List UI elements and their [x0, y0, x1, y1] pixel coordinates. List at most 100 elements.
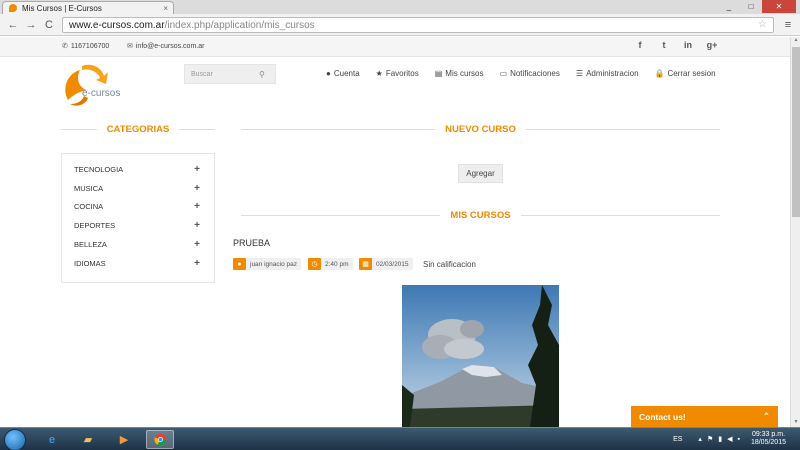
expand-plus-icon[interactable]: + — [194, 183, 200, 194]
star-icon: ★ — [375, 69, 383, 78]
inbox-icon: ▭ — [499, 69, 508, 78]
internet-explorer-icon[interactable]: e — [38, 430, 66, 449]
close-window-button[interactable]: ✕ — [762, 0, 796, 13]
email-info[interactable]: ✉ info@e-cursos.com.ar — [127, 42, 205, 51]
search-icon[interactable]: ⚲ — [259, 70, 265, 79]
reload-button[interactable]: C — [42, 18, 56, 32]
divider — [241, 129, 436, 130]
time-value: 2:40 pm — [321, 258, 353, 270]
twitter-icon[interactable]: t — [652, 40, 676, 50]
nav-notificaciones[interactable]: ▭ Notificaciones — [500, 69, 560, 78]
nav-label: Cerrar sesion — [667, 69, 716, 78]
category-label: DEPORTES — [74, 221, 116, 231]
search-input[interactable] — [191, 70, 259, 78]
url-path: /index.php/application/mis_cursos — [164, 19, 315, 31]
page-scrollbar[interactable]: ▲ ▼ — [790, 37, 800, 427]
contact-label: Contact us! — [639, 411, 686, 422]
main-nav: ● Cuenta ★ Favoritos ▤ Mis cursos ▭ Noti… — [326, 69, 732, 78]
contact-us-widget[interactable]: Contact us! ⌃ — [631, 406, 778, 427]
course-date: ▦ 02/03/2015 — [359, 258, 413, 270]
phone-icon: ✆ — [62, 43, 68, 50]
scroll-up-icon[interactable]: ▲ — [791, 37, 800, 45]
envelope-icon: ✉ — [127, 43, 133, 50]
nuevo-curso-heading: NUEVO CURSO — [241, 124, 721, 135]
nav-label: Notificaciones — [510, 69, 560, 78]
site-logo[interactable] — [60, 60, 140, 110]
clock-icon: ◷ — [308, 258, 321, 270]
social-links: f t in g+ — [628, 40, 724, 50]
category-label: TECNOLOGIA — [74, 164, 124, 174]
maximize-button[interactable]: □ — [740, 0, 762, 13]
google-plus-icon[interactable]: g+ — [700, 40, 724, 50]
category-item-idiomas[interactable]: IDIOMAS + — [62, 254, 214, 273]
course-image[interactable] — [402, 285, 559, 427]
media-player-icon[interactable]: ▶ — [110, 430, 138, 449]
network-icon[interactable]: ▮ — [718, 435, 722, 443]
nav-favoritos[interactable]: ★ Favoritos — [376, 69, 419, 78]
scroll-down-icon[interactable]: ▼ — [791, 419, 800, 427]
os-taskbar: e ▰ ▶ ES ▴ ⚑ ▮ ◀ ▪ 09:33 p.m. 18/05/2015 — [0, 427, 800, 450]
section-title: CATEGORIAS — [106, 124, 170, 135]
browser-menu-button[interactable]: ≡ — [782, 18, 794, 32]
action-center-icon[interactable]: ▪ — [737, 436, 739, 443]
browser-toolbar: ← → C www.e-cursos.com.ar/index.php/appl… — [0, 14, 800, 36]
nav-mis-cursos[interactable]: ▤ Mis cursos — [435, 69, 484, 78]
volume-icon[interactable]: ◀ — [727, 435, 732, 443]
volcano-photo-icon — [402, 285, 559, 427]
calendar-icon: ▦ — [359, 258, 372, 270]
nav-label: Mis cursos — [445, 69, 484, 78]
facebook-icon[interactable]: f — [628, 40, 652, 50]
back-button[interactable]: ← — [6, 18, 20, 32]
start-button[interactable] — [4, 429, 26, 450]
mis-cursos-heading: MIS CURSOS — [241, 210, 720, 221]
clock[interactable]: 09:33 p.m. 18/05/2015 — [751, 431, 786, 447]
expand-plus-icon[interactable]: + — [194, 201, 200, 212]
nav-administracion[interactable]: ☰ Administracion — [576, 69, 639, 78]
category-label: BELLEZA — [74, 240, 107, 250]
chevron-up-icon[interactable]: ⌃ — [763, 411, 770, 422]
flag-icon[interactable]: ⚑ — [707, 435, 713, 443]
course-title[interactable]: PRUEBA — [233, 238, 270, 248]
browser-tab[interactable]: Mis Cursos | E-Cursos × — [2, 1, 174, 14]
chrome-icon[interactable] — [146, 430, 174, 449]
categories-panel: TECNOLOGIA + MUSICA + COCINA + DEPORTES … — [61, 153, 215, 283]
category-item-deportes[interactable]: DEPORTES + — [62, 216, 214, 235]
browser-tabbar: Mis Cursos | E-Cursos × _ □ ✕ — [0, 0, 800, 14]
category-item-musica[interactable]: MUSICA + — [62, 179, 214, 198]
expand-plus-icon[interactable]: + — [194, 164, 200, 175]
scroll-thumb[interactable] — [792, 47, 800, 217]
divider — [241, 215, 441, 216]
minimize-button[interactable]: _ — [718, 0, 740, 13]
expand-plus-icon[interactable]: + — [194, 258, 200, 269]
tab-close-icon[interactable]: × — [163, 4, 168, 13]
agregar-button[interactable]: Agregar — [458, 164, 503, 183]
section-title: MIS CURSOS — [450, 210, 511, 221]
chrome-logo-icon — [153, 433, 166, 446]
category-item-tecnologia[interactable]: TECNOLOGIA + — [62, 160, 214, 179]
forward-button[interactable]: → — [24, 18, 38, 32]
nav-cuenta[interactable]: ● Cuenta — [326, 69, 360, 78]
language-indicator[interactable]: ES — [673, 436, 682, 443]
tray-arrow-icon[interactable]: ▴ — [698, 435, 702, 443]
url-host: www.e-cursos.com.ar — [69, 19, 165, 31]
logo-text: e-cursos — [82, 88, 121, 99]
expand-plus-icon[interactable]: + — [194, 239, 200, 250]
divider — [61, 129, 97, 130]
section-title: NUEVO CURSO — [445, 124, 516, 135]
expand-plus-icon[interactable]: + — [194, 220, 200, 231]
category-item-cocina[interactable]: COCINA + — [62, 198, 214, 217]
site-topbar: ✆ 1167106700 ✉ info@e-cursos.com.ar f t … — [0, 37, 790, 57]
phone-info: ✆ 1167106700 — [62, 42, 109, 51]
file-explorer-icon[interactable]: ▰ — [74, 430, 102, 449]
email-address[interactable]: info@e-cursos.com.ar — [136, 43, 205, 50]
list-icon: ☰ — [575, 69, 584, 78]
category-label: IDIOMAS — [74, 258, 106, 268]
bookmark-star-icon[interactable]: ☆ — [758, 19, 767, 30]
system-tray: ES ▴ ⚑ ▮ ◀ ▪ 09:33 p.m. 18/05/2015 — [673, 431, 786, 447]
nav-cerrar-sesion[interactable]: 🔒 Cerrar sesion — [655, 69, 716, 78]
category-item-belleza[interactable]: BELLEZA + — [62, 235, 214, 254]
linkedin-icon[interactable]: in — [676, 40, 700, 50]
address-bar[interactable]: www.e-cursos.com.ar/index.php/applicatio… — [62, 17, 774, 33]
divider — [520, 215, 720, 216]
user-icon: ● — [326, 69, 331, 78]
